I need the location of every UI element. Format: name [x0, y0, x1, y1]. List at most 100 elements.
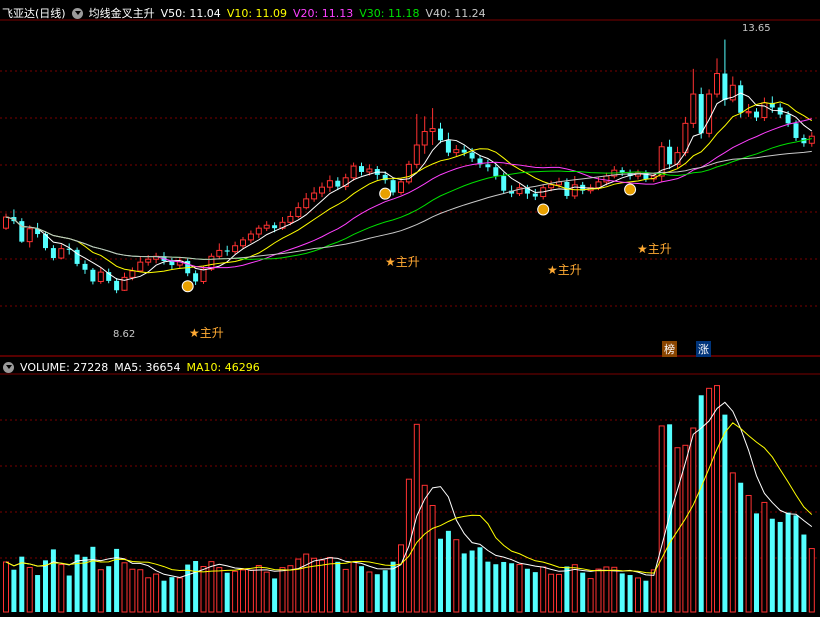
volume-bar: [461, 553, 467, 612]
candle-body: [785, 114, 791, 124]
volume-bar: [193, 561, 199, 612]
signal-label: ★主升: [189, 326, 224, 340]
candle-body: [706, 93, 713, 134]
volume-bar: [97, 569, 104, 613]
ma-value-v50: V50: 11.04: [160, 6, 221, 20]
money-bag-icon: [537, 203, 550, 216]
volume-bar: [556, 573, 562, 613]
volume-bar: [627, 575, 633, 612]
candle-body: [808, 135, 815, 144]
volume-bar: [35, 575, 41, 612]
candle-body: [82, 263, 88, 270]
volume-bar: [335, 561, 341, 612]
volume-bar: [185, 564, 191, 612]
volume-bar: [754, 513, 759, 612]
volume-bar: [445, 530, 451, 612]
volume-bar: [493, 564, 499, 612]
volume-bar: [350, 561, 357, 613]
candle-body: [121, 276, 128, 291]
candle-body: [390, 180, 396, 193]
volume-value: VOLUME: 27228: [20, 360, 109, 374]
candle-body: [129, 270, 136, 278]
candle-body: [413, 144, 420, 165]
volume-bar: [295, 558, 302, 613]
candle-body: [469, 152, 475, 159]
volume-bar: [106, 566, 112, 612]
volume-bar: [176, 577, 183, 613]
price-header: 飞亚达(日线) 均线金叉主升 V50: 11.04 V10: 11.09 V20…: [0, 2, 492, 24]
volume-bar: [3, 561, 9, 613]
candle-body: [398, 181, 404, 193]
volume-bar: [421, 484, 428, 613]
candle-body: [326, 180, 333, 188]
volume-bar: [674, 447, 681, 613]
volume-bar: [658, 425, 665, 613]
volume-bar: [366, 571, 373, 613]
candle-body: [232, 245, 239, 253]
volume-bar: [145, 577, 152, 613]
volume-bar: [137, 569, 144, 613]
volume-bar: [595, 568, 602, 613]
volume-bar: [793, 515, 799, 612]
volume-bar: [524, 568, 530, 612]
candle-body: [58, 248, 65, 259]
kline-chart[interactable]: [0, 0, 820, 617]
high-price-label: 13.65: [742, 23, 771, 34]
volume-bar: [548, 573, 555, 613]
volume-bar: [619, 573, 625, 612]
volume-bar: [82, 556, 88, 612]
indicator-name[interactable]: 均线金叉主升: [89, 5, 155, 21]
candle-body: [485, 164, 491, 168]
candle-body: [429, 128, 436, 133]
dropdown-icon[interactable]: [3, 361, 14, 373]
volume-bar: [738, 482, 744, 612]
candle-body: [350, 165, 357, 179]
volume-header: VOLUME: 27228 MA5: 36654 MA10: 46296: [0, 356, 266, 378]
candle-body: [247, 233, 254, 241]
money-bag-icon: [379, 187, 392, 200]
volume-bar: [785, 512, 791, 612]
volume-bar: [564, 566, 570, 612]
ma-value-v30: V30: 11.18: [359, 6, 420, 20]
candle-body: [674, 152, 681, 165]
candle-body: [548, 184, 555, 189]
signal-label: ★主升: [385, 255, 420, 269]
volume-bar: [247, 569, 254, 613]
candle-body: [722, 73, 728, 100]
candle-body: [303, 198, 310, 209]
candle-body: [90, 269, 96, 282]
volume-ma5: MA5: 36654: [114, 360, 181, 374]
volume-bar: [11, 569, 17, 612]
candle-body: [216, 249, 223, 257]
rise-badge[interactable]: 涨: [696, 341, 711, 357]
dropdown-icon[interactable]: [71, 7, 83, 19]
candle-body: [738, 85, 744, 113]
volume-bar: [745, 494, 752, 613]
volume-bar: [453, 539, 460, 613]
volume-bar: [603, 566, 610, 613]
candle-body: [571, 184, 578, 197]
candle-body: [501, 176, 507, 191]
list-badge[interactable]: 榜: [662, 341, 677, 357]
volume-bar: [240, 569, 246, 613]
volume-bar: [374, 574, 380, 612]
candle-body: [532, 193, 538, 197]
volume-bar: [532, 572, 538, 612]
volume-bar: [611, 566, 618, 613]
volume-bar: [398, 544, 404, 613]
volume-bar: [287, 565, 294, 613]
volume-bar: [319, 559, 325, 613]
volume-bar: [469, 550, 475, 612]
money-bag-icon: [181, 280, 194, 293]
candle-body: [366, 168, 373, 173]
volume-bar: [90, 546, 96, 612]
volume-bar: [729, 472, 736, 613]
candle-body: [493, 167, 499, 177]
candle-body: [240, 239, 246, 247]
volume-bar: [129, 568, 136, 613]
volume-bar: [587, 578, 594, 613]
candle-body: [793, 123, 799, 138]
ma-line-10: [5, 101, 813, 274]
low-price-label: 8.62: [113, 329, 136, 340]
ma-line-30: [5, 138, 812, 260]
